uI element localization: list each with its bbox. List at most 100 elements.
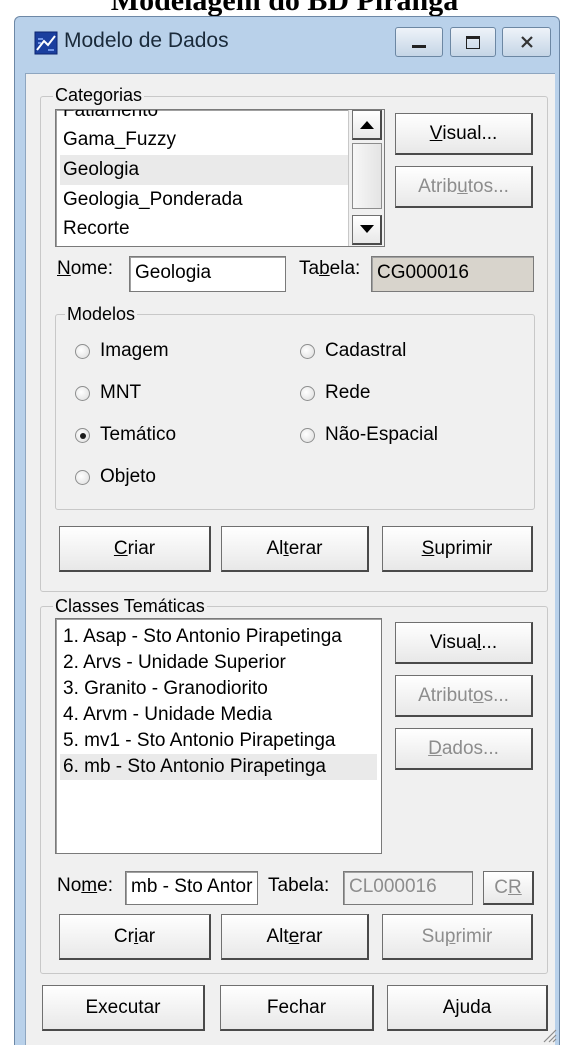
button-label: Visua: [429, 631, 478, 653]
radio-label-imagem[interactable]: Imagem: [100, 340, 169, 362]
classes-listbox[interactable]: 1. Asap - Sto Antonio Pirapetinga 2. Arv…: [55, 618, 382, 854]
list-item[interactable]: Geologia_Ponderada: [60, 185, 380, 215]
classe-cr-button[interactable]: CR: [483, 871, 534, 905]
classes-dados-button[interactable]: Dados...: [395, 728, 533, 770]
radio-label-rede[interactable]: Rede: [325, 382, 370, 404]
button-label: Atribut: [418, 684, 473, 706]
button-label: C: [494, 876, 508, 898]
mnemonic-letter: b: [319, 258, 330, 279]
label-text: e:: [97, 875, 113, 896]
button-label: Cr: [113, 925, 134, 947]
close-button[interactable]: [502, 27, 551, 57]
button-label: ...: [481, 631, 498, 653]
mnemonic-letter: C: [113, 537, 128, 559]
close-icon: [520, 36, 533, 48]
list-item[interactable]: 2. Arvs - Unidade Superior: [60, 650, 377, 676]
classe-suprimir-button[interactable]: Su p rimir: [382, 914, 533, 960]
classe-alterar-button[interactable]: Alt e rar: [221, 914, 369, 960]
scroll-thumb[interactable]: [352, 143, 382, 209]
radio-imagem[interactable]: [75, 344, 90, 359]
classes-atributos-button[interactable]: Atribut o s...: [395, 675, 533, 717]
categorias-scrollbar[interactable]: [348, 110, 384, 246]
button-label: ar: [138, 925, 156, 947]
window-title: Modelo de Dados: [64, 29, 229, 52]
button-label: Al: [266, 537, 284, 559]
executar-button[interactable]: Executar: [42, 985, 205, 1031]
scroll-down-button[interactable]: [352, 215, 382, 245]
mnemonic-letter: p: [444, 925, 456, 947]
categoria-tabela-field: CG000016: [371, 256, 534, 292]
button-label: ados...: [441, 737, 499, 759]
scroll-up-button[interactable]: [352, 110, 382, 140]
categoria-alterar-button[interactable]: Al t erar: [221, 526, 369, 572]
button-label: s...: [483, 684, 509, 706]
list-item[interactable]: Fatiamento: [60, 110, 380, 126]
button-label: Alt: [266, 925, 289, 947]
radio-mnt[interactable]: [75, 386, 90, 401]
classes-visual-button[interactable]: Visua l...: [395, 622, 533, 664]
modelos-legend: Modelos: [65, 304, 138, 324]
mnemonic-letter: m: [81, 875, 98, 896]
mnemonic-letter: N: [57, 258, 71, 279]
minimize-icon: [412, 44, 426, 48]
classe-criar-button[interactable]: Cr i ar: [59, 914, 211, 960]
radio-label-cadastral[interactable]: Cadastral: [325, 340, 406, 362]
categoria-nome-label: Nome:: [57, 258, 113, 280]
classe-nome-label: Nome:: [57, 875, 113, 897]
radio-nao-espacial[interactable]: [300, 428, 315, 443]
list-item[interactable]: 5. mv1 - Sto Antonio Pirapetinga: [60, 728, 377, 754]
label-text: ome:: [70, 258, 113, 279]
maximize-icon: [466, 35, 480, 49]
button-label: riar: [127, 537, 156, 559]
label-text: ela:: [329, 258, 361, 279]
radio-cadastral[interactable]: [300, 344, 315, 359]
label-text: No: [57, 875, 82, 896]
radio-label-nao-espacial[interactable]: Não-Espacial: [325, 424, 438, 446]
classe-tabela-label: Tabela:: [268, 875, 330, 896]
radio-objeto[interactable]: [75, 470, 90, 485]
categoria-tabela-label: Tabela:: [299, 258, 360, 280]
radio-label-objeto[interactable]: Objeto: [100, 466, 156, 488]
list-item[interactable]: 1. Asap - Sto Antonio Pirapetinga: [60, 624, 377, 650]
page-title: Modelagem do BD Piranga: [110, 0, 459, 17]
button-label: Su: [421, 925, 445, 947]
categoria-criar-button[interactable]: Criar: [59, 526, 211, 572]
mnemonic-letter: u: [457, 175, 468, 197]
button-label: Atrib: [418, 175, 458, 197]
categorias-legend: Categorias: [53, 85, 145, 105]
radio-tematico[interactable]: [75, 428, 90, 443]
categoria-suprimir-button[interactable]: Suprimir: [382, 526, 533, 572]
categoria-nome-input[interactable]: Geologia: [129, 256, 286, 292]
resize-grip-icon[interactable]: [541, 1027, 557, 1043]
label-text: Ta: [299, 258, 320, 279]
arrow-up-icon: [359, 121, 374, 129]
mnemonic-letter: S: [421, 537, 435, 559]
radio-label-mnt[interactable]: MNT: [100, 382, 141, 404]
radio-rede[interactable]: [300, 386, 315, 401]
categorias-listbox[interactable]: Fatiamento Gama_Fuzzy Geologia Geologia_…: [55, 109, 385, 247]
button-label: uprimir: [434, 537, 493, 559]
list-item[interactable]: 3. Granito - Granodiorito: [60, 676, 377, 702]
list-item[interactable]: 6. mb - Sto Antonio Pirapetinga: [60, 754, 377, 780]
classe-tabela-field: CL000016: [343, 871, 473, 905]
maximize-button[interactable]: [450, 27, 496, 57]
categorias-visual-button[interactable]: Visual...: [395, 113, 533, 155]
minimize-button[interactable]: [395, 27, 443, 57]
button-label: rimir: [455, 925, 493, 947]
list-item[interactable]: 4. Arvm - Unidade Media: [60, 702, 377, 728]
classes-legend: Classes Temáticas: [53, 596, 207, 616]
classe-nome-input[interactable]: mb - Sto Antor: [125, 871, 258, 905]
button-label: erar: [288, 537, 323, 559]
arrow-down-icon: [359, 225, 374, 233]
list-item[interactable]: Geologia: [60, 155, 380, 185]
fechar-button[interactable]: Fechar: [220, 985, 374, 1031]
categorias-atributos-button[interactable]: Atrib u tos...: [395, 166, 533, 208]
button-label: isual...: [442, 122, 498, 144]
mnemonic-letter: R: [508, 876, 522, 898]
button-label: rar: [299, 925, 323, 947]
list-item[interactable]: Gama_Fuzzy: [60, 125, 380, 155]
mnemonic-letter: o: [473, 684, 484, 706]
ajuda-button[interactable]: Ajuda: [387, 985, 548, 1031]
radio-label-tematico[interactable]: Temático: [100, 424, 176, 446]
list-item[interactable]: Recorte: [60, 214, 380, 244]
